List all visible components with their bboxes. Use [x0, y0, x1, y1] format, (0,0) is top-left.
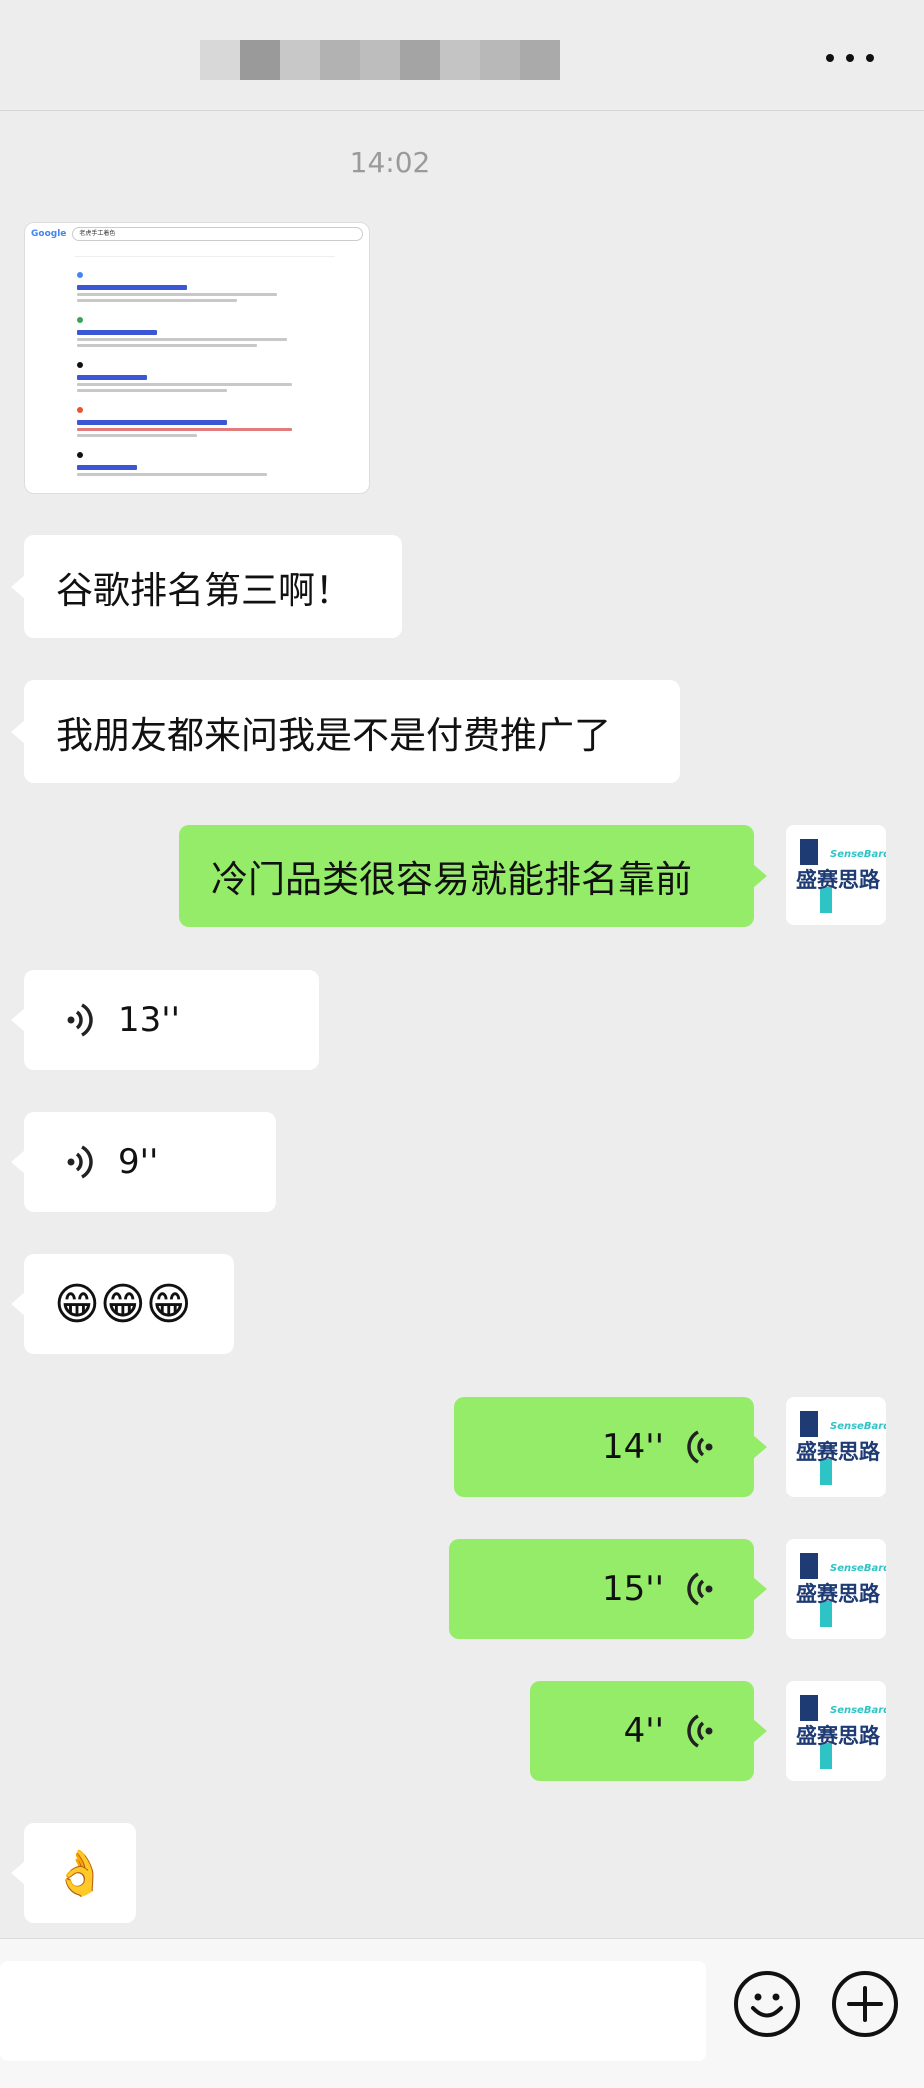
voice-wave-icon [687, 1714, 713, 1748]
brand-zh: 盛赛思路 [796, 1582, 881, 1606]
incoming-voice-message[interactable]: 9'' [11, 1112, 276, 1212]
blur-block [200, 40, 240, 80]
message-text: 我朋友都来问我是不是付费推广了 [56, 713, 611, 757]
blur-block [440, 40, 480, 80]
blur-block [240, 40, 280, 80]
sensebards-logo: SenseBards 盛赛思路 [796, 1695, 886, 1769]
smiley-face-icon[interactable] [734, 1971, 800, 2037]
dot [846, 54, 854, 62]
voice-wave-icon [687, 1572, 713, 1606]
voice-duration: 13'' [118, 1000, 180, 1040]
blur-block [520, 40, 560, 80]
incoming-text-message[interactable]: 谷歌排名第三啊！ [11, 535, 402, 638]
outgoing-voice-message[interactable]: 15'' [449, 1539, 767, 1639]
avatar[interactable]: SenseBards 盛赛思路 [786, 1681, 886, 1781]
outgoing-voice-message[interactable]: 14'' [454, 1397, 767, 1497]
brand-en: SenseBards [830, 1705, 886, 1716]
blur-block [400, 40, 440, 80]
sensebards-logo: SenseBards 盛赛思路 [796, 839, 886, 913]
message-input[interactable] [0, 1961, 706, 2061]
message-input-bar [0, 1938, 924, 2088]
sensebards-logo: SenseBards 盛赛思路 [796, 1411, 886, 1485]
smiley-glyph [751, 1993, 783, 2018]
grinning-emoji: 😁😁😁 [54, 1278, 192, 1330]
voice-duration: 15'' [602, 1569, 664, 1609]
brand-en: SenseBards [830, 1421, 886, 1432]
dot [866, 54, 874, 62]
sensebards-logo: SenseBards 盛赛思路 [796, 1553, 886, 1627]
brand-zh: 盛赛思路 [796, 1440, 881, 1464]
incoming-text-message[interactable]: 我朋友都来问我是不是付费推广了 [11, 680, 680, 783]
brand-zh: 盛赛思路 [796, 1724, 881, 1748]
incoming-emoji-message[interactable]: 😁😁😁 [11, 1254, 234, 1354]
screenshot-result [77, 443, 297, 476]
voice-wave-icon [67, 1003, 93, 1037]
plus-glyph [847, 1986, 883, 2022]
brand-en: SenseBards [830, 1563, 886, 1574]
message-text: 冷门品类很容易就能排名靠前 [211, 858, 692, 901]
screenshot-result [77, 263, 297, 302]
screenshot-tabs [75, 247, 335, 257]
incoming-emoji-message[interactable]: 👌 [11, 1823, 136, 1923]
blur-block [360, 40, 400, 80]
brand-en: SenseBards [830, 849, 886, 860]
google-logo: Google [31, 229, 67, 239]
voice-duration: 9'' [118, 1142, 159, 1182]
message-text: 谷歌排名第三啊！ [56, 568, 352, 612]
blur-block [280, 40, 320, 80]
voice-wave-icon [67, 1145, 93, 1179]
message-timestamp: 14:02 [349, 146, 431, 179]
outgoing-text-message[interactable]: 冷门品类很容易就能排名靠前 [179, 825, 767, 927]
brand-zh: 盛赛思路 [796, 868, 881, 892]
screenshot-search-bar: Google 老虎手工着色 [25, 223, 369, 245]
voice-wave-icon [687, 1430, 713, 1464]
chat-title-redacted [200, 40, 560, 80]
ok-hand-emoji: 👌 [52, 1848, 108, 1899]
screenshot-query: 老虎手工着色 [72, 227, 363, 241]
screenshot-result [77, 353, 297, 392]
incoming-voice-message[interactable]: 13'' [11, 970, 319, 1070]
avatar[interactable]: SenseBards 盛赛思路 [786, 1539, 886, 1639]
voice-duration: 4'' [623, 1711, 664, 1751]
more-dots-icon[interactable] [826, 50, 874, 66]
chat-header [0, 0, 924, 111]
voice-duration: 14'' [602, 1427, 664, 1467]
outgoing-voice-message[interactable]: 4'' [530, 1681, 767, 1781]
image-message-google-screenshot[interactable]: Google 老虎手工着色 [24, 222, 370, 494]
plus-icon[interactable] [832, 1971, 898, 2037]
blur-block [320, 40, 360, 80]
avatar[interactable]: SenseBards 盛赛思路 [786, 1397, 886, 1497]
blur-block [480, 40, 520, 80]
screenshot-result [77, 308, 297, 347]
screenshot-result [77, 398, 297, 437]
dot [826, 54, 834, 62]
avatar[interactable]: SenseBards 盛赛思路 [786, 825, 886, 925]
